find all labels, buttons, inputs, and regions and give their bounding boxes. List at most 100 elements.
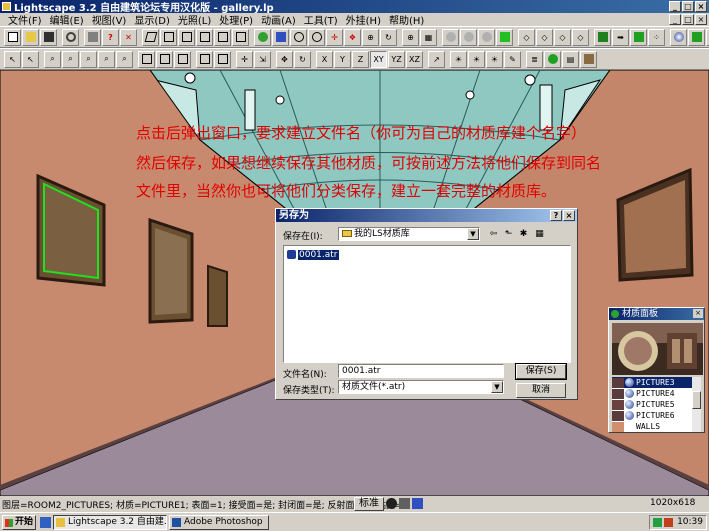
block-1-icon[interactable] <box>138 50 155 68</box>
light-icon[interactable] <box>399 498 410 509</box>
app-icon[interactable] <box>2 2 11 11</box>
new-file-button[interactable] <box>4 28 21 46</box>
pan-icon[interactable]: ✛ <box>326 28 343 46</box>
wire-1-icon[interactable]: ◇ <box>518 28 535 46</box>
task-lightscape[interactable]: Lightscape 3.2 自由建... <box>53 515 167 530</box>
material-item[interactable]: PICTURE3 <box>612 377 694 388</box>
select-zoom-1-icon[interactable]: ⌕ <box>44 50 61 68</box>
light-gray-2-icon[interactable] <box>460 28 477 46</box>
doc-close-button[interactable]: × <box>695 14 707 25</box>
grid-icon[interactable]: ▦ <box>420 28 437 46</box>
axis-yz-button[interactable]: YZ <box>388 50 405 68</box>
display-green-icon[interactable] <box>630 28 647 46</box>
axis-xy-button[interactable]: XY <box>370 50 387 68</box>
view-cube-2-icon[interactable] <box>160 28 177 46</box>
minimize-button[interactable]: _ <box>669 1 681 12</box>
layer-green-icon[interactable] <box>594 28 611 46</box>
view-cube-6-icon[interactable] <box>232 28 249 46</box>
select-arrow-icon[interactable]: ↖ <box>4 50 21 68</box>
refresh-icon[interactable]: ↻ <box>294 50 311 68</box>
filename-input[interactable]: 0001.atr <box>338 364 504 378</box>
view-cube-5-icon[interactable] <box>214 28 231 46</box>
print-button[interactable] <box>84 28 101 46</box>
new-folder-icon[interactable]: ✱ <box>518 229 529 240</box>
light-1-icon[interactable]: ☀ <box>450 50 467 68</box>
block-2-icon[interactable] <box>156 50 173 68</box>
move-cross-icon[interactable]: ✥ <box>276 50 293 68</box>
save-file-button[interactable] <box>40 28 57 46</box>
axis-y-button[interactable]: Y <box>334 50 351 68</box>
axis-z-button[interactable]: Z <box>352 50 369 68</box>
light-gray-3-icon[interactable] <box>478 28 495 46</box>
panel-close-button[interactable]: × <box>693 309 703 318</box>
doc-restore-button[interactable]: □ <box>682 14 694 25</box>
light-2-icon[interactable]: ☀ <box>468 50 485 68</box>
undo-button[interactable] <box>62 28 79 46</box>
render-blue-icon[interactable] <box>272 28 289 46</box>
view-cube-3-icon[interactable] <box>178 28 195 46</box>
chevron-down-icon[interactable]: ▼ <box>467 228 479 240</box>
light-3-icon[interactable]: ☀ <box>486 50 503 68</box>
snap-arrow-icon[interactable]: ⇲ <box>254 50 271 68</box>
file-item[interactable]: 0001.atr <box>287 249 339 260</box>
dialog-close-button[interactable]: × <box>563 210 575 221</box>
walk-icon[interactable]: ⊕ <box>362 28 379 46</box>
green-ball-icon[interactable] <box>544 50 561 68</box>
zoom-in-icon[interactable]: ⊕ <box>402 28 419 46</box>
select-zoom-2-icon[interactable]: ⌕ <box>62 50 79 68</box>
menu-light[interactable]: 光照(L) <box>174 12 215 27</box>
select-plus-icon[interactable]: ↖ <box>22 50 39 68</box>
dots-icon[interactable]: ⁘ <box>648 28 665 46</box>
block-5-icon[interactable] <box>214 50 231 68</box>
material-list[interactable]: PICTURE3PICTURE4PICTURE5PICTURE6WALLSWOO… <box>612 377 694 432</box>
wire-2-icon[interactable]: ◇ <box>536 28 553 46</box>
tray-network-icon[interactable] <box>653 518 662 527</box>
light-4-icon[interactable]: ✎ <box>504 50 521 68</box>
task-photoshop[interactable]: Adobe Photoshop <box>169 515 269 530</box>
wire-4-icon[interactable]: ◇ <box>572 28 589 46</box>
cancel-button[interactable]: 取消 <box>516 383 566 398</box>
light-gray-1-icon[interactable] <box>442 28 459 46</box>
rotate-icon[interactable]: ↻ <box>380 28 397 46</box>
menu-display[interactable]: 显示(D) <box>130 12 174 27</box>
photo-icon[interactable] <box>580 50 597 68</box>
pointer-help-button[interactable]: ✕ <box>120 28 137 46</box>
view-cube-4-icon[interactable] <box>196 28 213 46</box>
close-button[interactable]: × <box>695 1 707 12</box>
zoom-extents-icon[interactable] <box>308 28 325 46</box>
tray-volume-icon[interactable] <box>664 518 673 527</box>
help-button[interactable]: ? <box>102 28 119 46</box>
moon-icon[interactable] <box>386 498 397 509</box>
menu-view[interactable]: 视图(V) <box>88 12 131 27</box>
menu-help[interactable]: 帮助(H) <box>385 12 428 27</box>
ie-quicklaunch-icon[interactable] <box>40 517 51 528</box>
open-file-button[interactable] <box>22 28 39 46</box>
menu-animation[interactable]: 动画(A) <box>257 12 300 27</box>
block-4-icon[interactable] <box>196 50 213 68</box>
doc-minimize-button[interactable]: _ <box>669 14 681 25</box>
material-sphere-icon[interactable] <box>670 28 687 46</box>
block-3-icon[interactable] <box>174 50 191 68</box>
start-button[interactable]: 开始 <box>2 515 36 530</box>
axis-xz-button[interactable]: XZ <box>406 50 423 68</box>
move-arrow-icon[interactable]: ➡ <box>612 28 629 46</box>
dialog-help-button[interactable]: ? <box>550 210 562 221</box>
scrollbar-thumb[interactable] <box>692 391 701 409</box>
menu-plugins[interactable]: 外挂(H) <box>342 12 385 27</box>
globe-icon[interactable] <box>412 498 423 509</box>
material-item[interactable]: WALLS <box>612 421 694 432</box>
back-icon[interactable]: ⇦ <box>488 229 499 240</box>
save-in-dropdown[interactable]: 我的LS材质库 ▼ <box>338 227 480 241</box>
select-zoom-3-icon[interactable]: ⌕ <box>80 50 97 68</box>
menu-edit[interactable]: 编辑(E) <box>46 12 88 27</box>
solid-green-icon[interactable] <box>496 28 513 46</box>
cursor-1-icon[interactable]: ↗ <box>428 50 445 68</box>
table-icon[interactable]: ▤ <box>562 50 579 68</box>
filetype-dropdown[interactable]: 材质文件(*.atr) ▼ <box>338 380 504 394</box>
up-folder-icon[interactable]: ⬑ <box>503 229 514 240</box>
view-menu-icon[interactable]: ▦ <box>534 229 545 240</box>
material-item[interactable]: PICTURE5 <box>612 399 694 410</box>
layers-icon[interactable]: ≣ <box>526 50 543 68</box>
zoom-window-icon[interactable] <box>290 28 307 46</box>
axis-x-button[interactable]: X <box>316 50 333 68</box>
